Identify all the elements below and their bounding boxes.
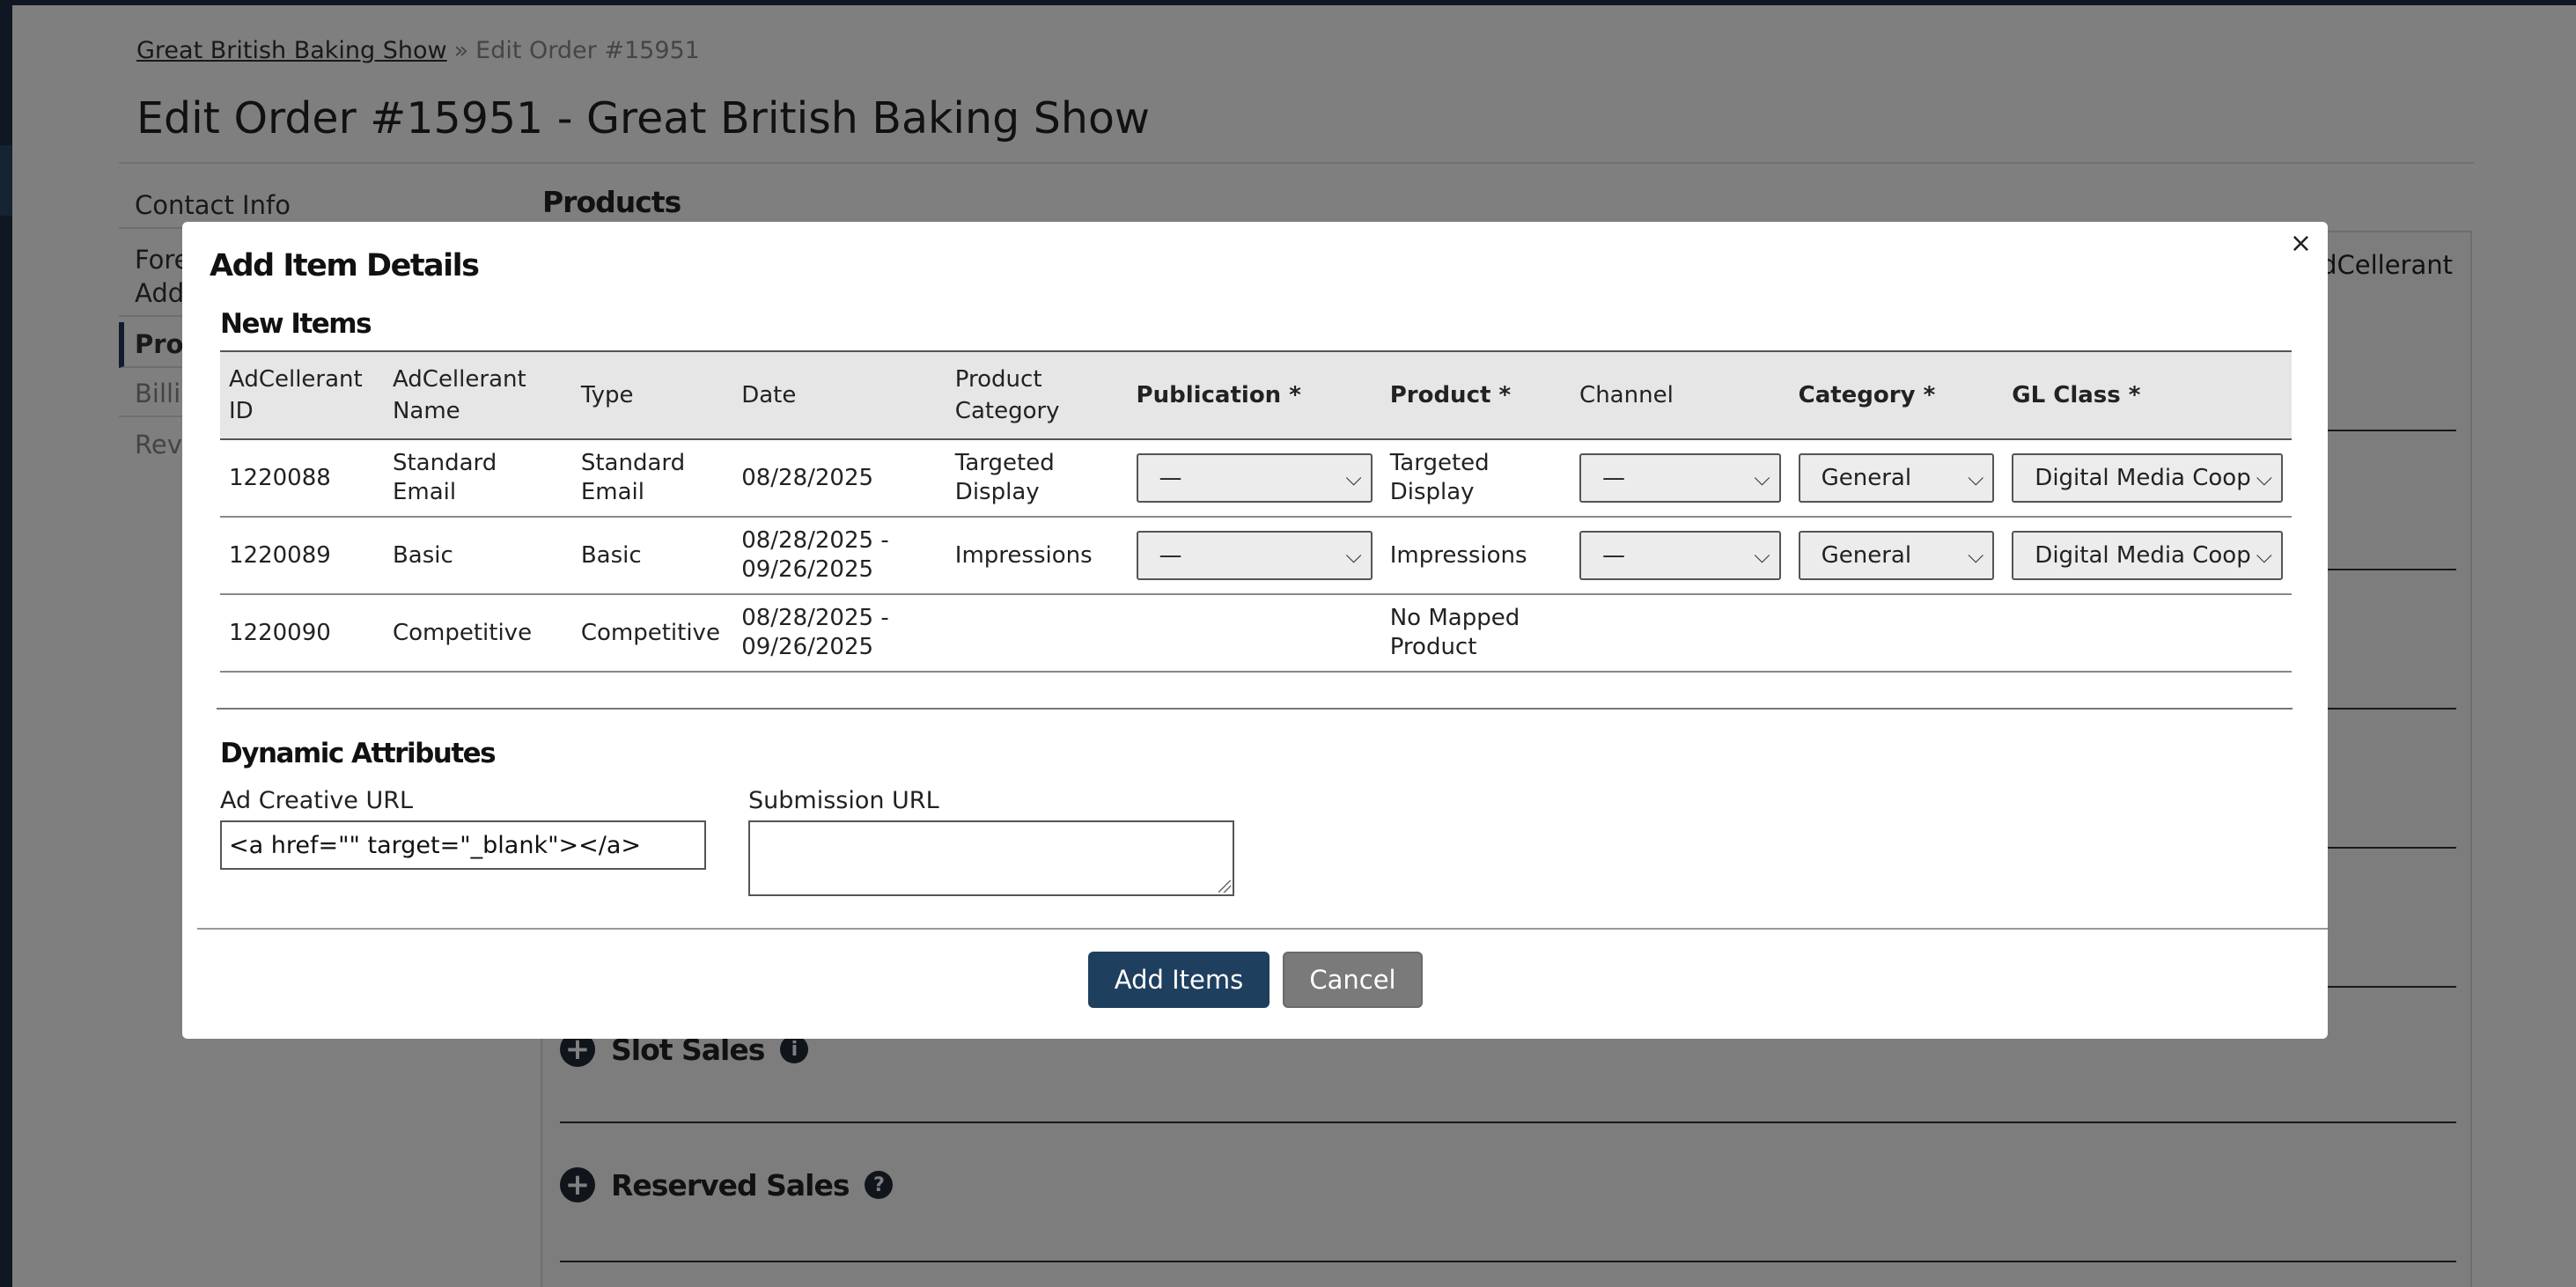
cell-publication	[1128, 594, 1381, 672]
add-item-details-modal: × Add Item Details New Items AdCellerant…	[182, 222, 2328, 1039]
cancel-button[interactable]: Cancel	[1283, 952, 1423, 1008]
select-value: —	[1159, 464, 1182, 491]
close-icon[interactable]: ×	[2290, 231, 2312, 257]
chevron-down-icon: ⌵	[1968, 465, 1984, 490]
cell-name: Competitive	[392, 619, 533, 646]
col-header-name: AdCellerant Name	[392, 366, 526, 424]
cell-category: General ⌵	[1790, 517, 2004, 594]
col-header-gl-class: GL Class *	[2012, 382, 2141, 408]
cell-product-category	[946, 594, 1128, 672]
select-value: —	[1602, 464, 1626, 491]
cell-product: Targeted Display	[1389, 450, 1490, 505]
col-header-type: Type	[580, 382, 634, 408]
submission-url-label: Submission URL	[748, 787, 939, 814]
section-divider	[217, 708, 2293, 710]
chevron-down-icon: ⌵	[1754, 542, 1770, 568]
col-header-channel: Channel	[1579, 382, 1674, 408]
modal-title: Add Item Details	[210, 248, 480, 283]
col-header-product: Product *	[1389, 382, 1512, 408]
channel-select[interactable]: — ⌵	[1579, 453, 1781, 503]
category-select[interactable]: General ⌵	[1798, 531, 1995, 580]
cell-gl-class	[2003, 594, 2292, 672]
col-header-category: Category *	[1798, 382, 1936, 408]
cell-product-category: Targeted Display	[954, 450, 1055, 505]
cell-channel	[1571, 594, 1790, 672]
submission-url-textarea[interactable]	[748, 820, 1234, 896]
select-value: Digital Media Coop	[2035, 464, 2251, 491]
cell-type: Standard Email	[580, 450, 686, 505]
table-row: 1220088 Standard Email Standard Email 08…	[220, 439, 2292, 517]
cell-product-category: Impressions	[954, 541, 1093, 569]
cell-type: Basic	[580, 541, 642, 569]
cell-channel: — ⌵	[1571, 439, 1790, 517]
category-select[interactable]: General ⌵	[1798, 453, 1995, 503]
cell-id: 1220090	[229, 619, 331, 646]
cell-date: 08/28/2025 - 09/26/2025	[741, 527, 889, 583]
cell-type: Competitive	[580, 619, 720, 646]
chevron-down-icon: ⌵	[2256, 542, 2272, 568]
cell-gl-class: Digital Media Coop ⌵	[2003, 439, 2292, 517]
gl-class-select[interactable]: Digital Media Coop ⌵	[2012, 453, 2283, 503]
table-row: 1220089 Basic Basic 08/28/2025 - 09/26/2…	[220, 517, 2292, 594]
ad-creative-url-input[interactable]: <a href="" target="_blank"></a>	[220, 820, 706, 870]
cell-product: Impressions	[1389, 541, 1527, 569]
cell-publication: — ⌵	[1128, 439, 1381, 517]
select-value: —	[1159, 541, 1182, 569]
cell-date: 08/28/2025	[741, 464, 874, 491]
new-items-table: AdCellerant ID AdCellerant Name Type Dat…	[220, 350, 2292, 673]
col-header-date: Date	[741, 382, 797, 408]
chevron-down-icon: ⌵	[1968, 542, 1984, 568]
cell-name: Basic	[392, 541, 453, 569]
add-items-button[interactable]: Add Items	[1088, 952, 1270, 1008]
cell-product: No Mapped Product	[1389, 605, 1520, 660]
channel-select[interactable]: — ⌵	[1579, 531, 1781, 580]
col-header-id: AdCellerant ID	[229, 366, 363, 424]
ad-creative-url-label: Ad Creative URL	[220, 787, 414, 814]
gl-class-select[interactable]: Digital Media Coop ⌵	[2012, 531, 2283, 580]
col-header-product-category: Product Category	[954, 366, 1060, 424]
cell-publication: — ⌵	[1128, 517, 1381, 594]
footer-divider	[197, 928, 2328, 930]
table-row: 1220090 Competitive Competitive 08/28/20…	[220, 594, 2292, 672]
select-value: General	[1821, 541, 1912, 569]
cell-category	[1790, 594, 2004, 672]
cell-gl-class: Digital Media Coop ⌵	[2003, 517, 2292, 594]
cell-date: 08/28/2025 - 09/26/2025	[741, 605, 889, 660]
select-value: —	[1602, 541, 1626, 569]
cell-name: Standard Email	[392, 450, 497, 505]
col-header-publication: Publication *	[1136, 382, 1301, 408]
publication-select[interactable]: — ⌵	[1136, 453, 1373, 503]
cell-category: General ⌵	[1790, 439, 2004, 517]
chevron-down-icon: ⌵	[1345, 465, 1362, 490]
select-value: Digital Media Coop	[2035, 541, 2251, 569]
table-header-row: AdCellerant ID AdCellerant Name Type Dat…	[220, 351, 2292, 439]
dynamic-attributes-heading: Dynamic Attributes	[220, 738, 497, 769]
cell-channel: — ⌵	[1571, 517, 1790, 594]
cell-id: 1220088	[229, 464, 331, 491]
resize-handle-icon[interactable]	[1218, 880, 1231, 893]
new-items-heading: New Items	[220, 308, 372, 340]
chevron-down-icon: ⌵	[2256, 465, 2272, 490]
chevron-down-icon: ⌵	[1754, 465, 1770, 490]
chevron-down-icon: ⌵	[1345, 542, 1362, 568]
publication-select[interactable]: — ⌵	[1136, 531, 1373, 580]
cell-id: 1220089	[229, 541, 331, 569]
select-value: General	[1821, 464, 1912, 491]
